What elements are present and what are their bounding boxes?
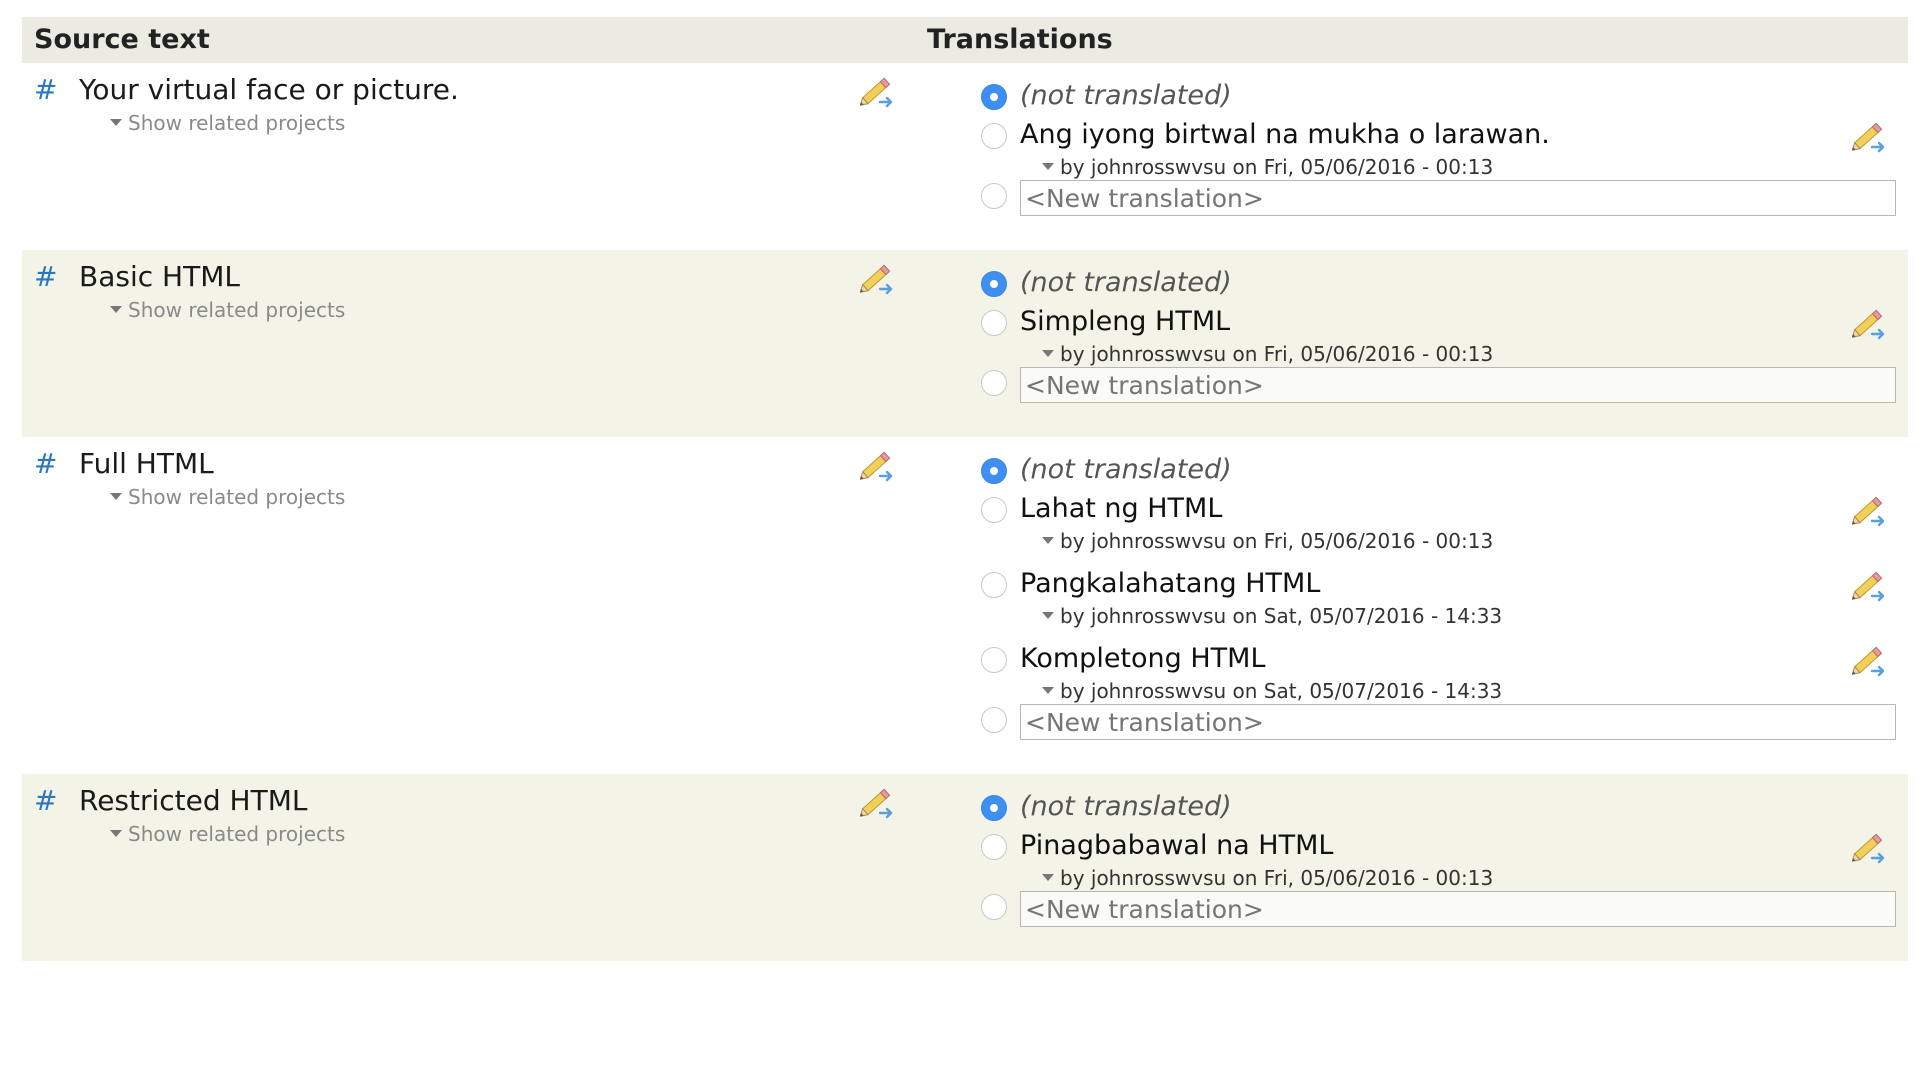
show-related-projects-link[interactable]: Show related projects: [110, 111, 345, 135]
translation-text: Ang iyong birtwal na mukha o larawan.: [1020, 119, 1550, 150]
radio-not-translated[interactable]: [981, 795, 1007, 821]
radio-translation-option[interactable]: [981, 310, 1007, 336]
caret-down-icon: [1042, 687, 1054, 694]
translation-text: Simpleng HTML: [1020, 306, 1231, 337]
radio-new-translation[interactable]: [981, 370, 1007, 396]
radio-not-translated[interactable]: [981, 84, 1007, 110]
radio-new-translation[interactable]: [981, 707, 1007, 733]
caret-down-icon: [1042, 163, 1054, 170]
translation-table: Source text Translations # Your virtual f…: [22, 17, 1908, 961]
radio-not-translated[interactable]: [981, 458, 1007, 484]
new-translation-input[interactable]: [1020, 891, 1896, 927]
translation-byline[interactable]: by johnrosswvsu on Sat, 05/07/2016 - 14:…: [1042, 679, 1502, 703]
source-text: Restricted HTML: [79, 784, 308, 817]
edit-source-pencil-icon[interactable]: [859, 263, 896, 295]
new-translation-input[interactable]: [1020, 180, 1896, 216]
edit-source-pencil-icon[interactable]: [859, 787, 896, 819]
edit-translation-pencil-icon[interactable]: [1851, 121, 1888, 153]
source-text: Your virtual face or picture.: [79, 73, 459, 106]
show-related-projects-label: Show related projects: [128, 485, 346, 509]
edit-translation-pencil-icon[interactable]: [1851, 645, 1888, 677]
edit-translation-pencil-icon[interactable]: [1851, 495, 1888, 527]
show-related-projects-link[interactable]: Show related projects: [110, 298, 345, 322]
show-related-projects-label: Show related projects: [128, 298, 346, 322]
show-related-projects-link[interactable]: Show related projects: [110, 822, 345, 846]
radio-translation-option[interactable]: [981, 647, 1007, 673]
radio-new-translation[interactable]: [981, 894, 1007, 920]
edit-source-pencil-icon[interactable]: [859, 76, 896, 108]
row-permalink-hash[interactable]: #: [34, 784, 57, 817]
new-translation-input[interactable]: [1020, 367, 1896, 403]
edit-source-pencil-icon[interactable]: [859, 450, 896, 482]
show-related-projects-label: Show related projects: [128, 111, 346, 135]
translations-header: Translations: [927, 24, 1113, 55]
translation-byline[interactable]: by johnrosswvsu on Sat, 05/07/2016 - 14:…: [1042, 604, 1502, 628]
edit-translation-pencil-icon[interactable]: [1851, 570, 1888, 602]
radio-new-translation[interactable]: [981, 183, 1007, 209]
caret-down-icon: [110, 306, 122, 313]
caret-down-icon: [1042, 350, 1054, 357]
table-row: # Your virtual face or picture. Show relat…: [22, 63, 1908, 250]
row-permalink-hash[interactable]: #: [34, 260, 57, 293]
not-translated-label: (not translated): [1020, 791, 1232, 822]
radio-translation-option[interactable]: [981, 572, 1007, 598]
edit-translation-pencil-icon[interactable]: [1851, 832, 1888, 864]
not-translated-label: (not translated): [1020, 80, 1232, 111]
row-permalink-hash[interactable]: #: [34, 73, 57, 106]
not-translated-label: (not translated): [1020, 454, 1232, 485]
table-body: # Your virtual face or picture. Show relat…: [22, 63, 1908, 961]
not-translated-label: (not translated): [1020, 267, 1232, 298]
new-translation-input[interactable]: [1020, 704, 1896, 740]
translation-text: Pinagbabawal na HTML: [1020, 830, 1334, 861]
table-header: Source text Translations: [22, 17, 1908, 63]
table-row: # Basic HTML Show related projects (not tr…: [22, 250, 1908, 437]
radio-translation-option[interactable]: [981, 123, 1007, 149]
radio-translation-option[interactable]: [981, 497, 1007, 523]
translation-text: Kompletong HTML: [1020, 643, 1266, 674]
translation-byline-text: by johnrosswvsu on Fri, 05/06/2016 - 00:…: [1060, 342, 1494, 366]
translation-text: Lahat ng HTML: [1020, 493, 1223, 524]
translation-byline-text: by johnrosswvsu on Fri, 05/06/2016 - 00:…: [1060, 866, 1494, 890]
radio-translation-option[interactable]: [981, 834, 1007, 860]
source-text: Full HTML: [79, 447, 214, 480]
source-text: Basic HTML: [79, 260, 240, 293]
caret-down-icon: [110, 493, 122, 500]
translation-byline[interactable]: by johnrosswvsu on Fri, 05/06/2016 - 00:…: [1042, 342, 1493, 366]
radio-not-translated[interactable]: [981, 271, 1007, 297]
source-text-header: Source text: [34, 24, 210, 55]
translation-byline-text: by johnrosswvsu on Sat, 05/07/2016 - 14:…: [1060, 679, 1503, 703]
caret-down-icon: [1042, 537, 1054, 544]
caret-down-icon: [110, 830, 122, 837]
caret-down-icon: [1042, 612, 1054, 619]
caret-down-icon: [1042, 874, 1054, 881]
show-related-projects-label: Show related projects: [128, 822, 346, 846]
table-row: # Full HTML Show related projects (not tra…: [22, 437, 1908, 774]
caret-down-icon: [110, 119, 122, 126]
translation-byline-text: by johnrosswvsu on Sat, 05/07/2016 - 14:…: [1060, 604, 1503, 628]
translation-byline[interactable]: by johnrosswvsu on Fri, 05/06/2016 - 00:…: [1042, 866, 1493, 890]
translation-byline[interactable]: by johnrosswvsu on Fri, 05/06/2016 - 00:…: [1042, 155, 1493, 179]
row-permalink-hash[interactable]: #: [34, 447, 57, 480]
translation-text: Pangkalahatang HTML: [1020, 568, 1321, 599]
translation-byline[interactable]: by johnrosswvsu on Fri, 05/06/2016 - 00:…: [1042, 529, 1493, 553]
edit-translation-pencil-icon[interactable]: [1851, 308, 1888, 340]
show-related-projects-link[interactable]: Show related projects: [110, 485, 345, 509]
translation-byline-text: by johnrosswvsu on Fri, 05/06/2016 - 00:…: [1060, 155, 1494, 179]
table-row: # Restricted HTML Show related projects (n…: [22, 774, 1908, 961]
translation-byline-text: by johnrosswvsu on Fri, 05/06/2016 - 00:…: [1060, 529, 1494, 553]
